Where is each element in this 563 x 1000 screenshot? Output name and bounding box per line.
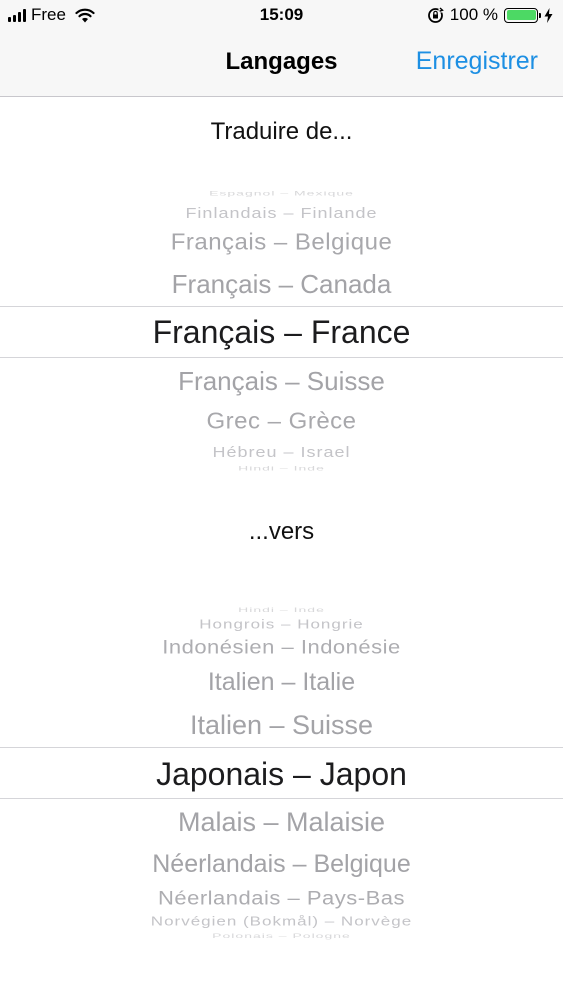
picker-item[interactable]: Polonais – Pologne [0, 933, 563, 939]
selection-line-top [0, 306, 563, 307]
picker-item[interactable]: Finlandais – Finlande [0, 206, 563, 220]
picker-item[interactable]: Hébreu – Israel [0, 445, 563, 459]
picker-item[interactable]: Indonésien – Indonésie [0, 637, 563, 657]
picker-item[interactable]: Italien – Suisse [0, 711, 563, 739]
orientation-lock-icon [427, 6, 444, 23]
from-language-picker[interactable]: Espagnol – Mexique Finlandais – Finlande F… [0, 172, 563, 472]
to-section-label: ...vers [248, 518, 315, 545]
status-bar: Free 15:09 100 % [0, 0, 563, 30]
picker-item[interactable]: Grec – Grèce [0, 410, 563, 434]
status-right: 100 % [427, 5, 553, 25]
selection-line-bottom [0, 357, 563, 358]
picker-item[interactable]: Néerlandais – Pays-Bas [0, 888, 563, 908]
battery-tip [539, 12, 541, 18]
picker-item[interactable]: Italien – Italie [0, 669, 563, 695]
screen: Free 15:09 100 % Langages Enregistrer Tr… [0, 0, 563, 1000]
battery-fill [506, 10, 536, 20]
to-language-picker[interactable]: Hindi – Inde Hongrois – Hongrie Indonésien… [0, 598, 563, 939]
picker-item[interactable]: Hindi – Inde [0, 465, 563, 471]
selection-line-bottom [0, 798, 563, 799]
picker-item[interactable]: Malais – Malaisie [0, 808, 563, 836]
picker-item[interactable]: Espagnol – Mexique [0, 190, 563, 196]
picker-item[interactable]: Hongrois – Hongrie [0, 618, 563, 631]
picker-item[interactable]: Hindi – Inde [0, 607, 563, 613]
picker-item[interactable]: Norvégien (Bokmål) – Norvège [0, 915, 563, 928]
save-button[interactable]: Enregistrer [416, 47, 538, 76]
picker-item[interactable]: Français – Suisse [0, 368, 563, 394]
from-section-label: Traduire de... [210, 118, 353, 145]
picker-item-selected[interactable]: Japonais – Japon [0, 758, 563, 790]
picker-item-selected[interactable]: Français – France [0, 316, 563, 348]
battery-percent: 100 % [449, 5, 498, 24]
picker-item[interactable]: Français – Canada [0, 271, 563, 297]
navigation-bar: Langages Enregistrer [0, 30, 563, 97]
picker-item[interactable]: Néerlandais – Belgique [0, 851, 563, 877]
picker-item[interactable]: Français – Belgique [0, 231, 563, 255]
charging-bolt-icon [544, 7, 553, 23]
selection-line-top [0, 747, 563, 748]
battery-icon [504, 7, 541, 23]
